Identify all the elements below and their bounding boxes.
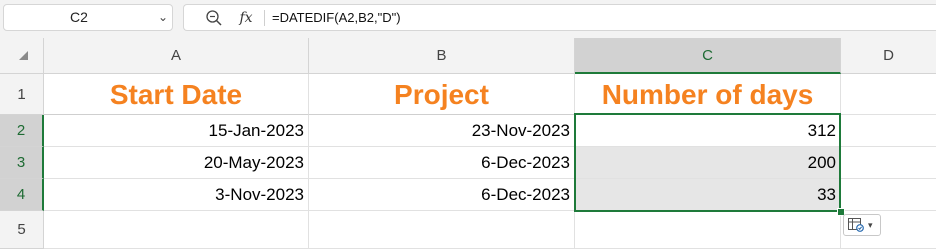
cell-b5[interactable] [309, 211, 575, 249]
formula-bar-area: C2 ⌄ fx =DATEDIF(A2,B2,"D") [0, 0, 936, 39]
cell-c2[interactable]: 312 [575, 115, 841, 147]
column-header-a[interactable]: A [44, 38, 309, 74]
cell-b2[interactable]: 23-Nov-2023 [309, 115, 575, 147]
formula-input[interactable]: =DATEDIF(A2,B2,"D") [272, 5, 401, 30]
cell-b1[interactable]: Project [309, 74, 575, 115]
name-box-value[interactable]: C2 [4, 5, 154, 30]
cell-a5[interactable] [44, 211, 309, 249]
name-box[interactable]: C2 ⌄ [3, 4, 173, 31]
cell-b4[interactable]: 6-Dec-2023 [309, 179, 575, 211]
cell-c3[interactable]: 200 [575, 147, 841, 179]
column-header-d[interactable]: D [841, 38, 936, 74]
column-header-b[interactable]: B [309, 38, 575, 74]
zoom-icon[interactable] [204, 8, 224, 28]
row-header-4[interactable]: 4 [0, 179, 44, 211]
cell-d4[interactable] [841, 179, 936, 211]
cell-d2[interactable] [841, 115, 936, 147]
fx-icon[interactable]: fx [234, 7, 258, 29]
cell-c1[interactable]: Number of days [575, 74, 841, 115]
cell-a1[interactable]: Start Date [44, 74, 309, 115]
cell-a3[interactable]: 20-May-2023 [44, 147, 309, 179]
cell-b3[interactable]: 6-Dec-2023 [309, 147, 575, 179]
chevron-down-icon[interactable]: ⌄ [155, 5, 171, 30]
row-header-2[interactable]: 2 [0, 115, 44, 147]
row-header-5[interactable]: 5 [0, 211, 44, 249]
formula-separator [264, 10, 265, 26]
row-header-3[interactable]: 3 [0, 147, 44, 179]
quick-analysis-button[interactable]: ▾ [843, 214, 881, 236]
cell-a2[interactable]: 15-Jan-2023 [44, 115, 309, 147]
cell-a4[interactable]: 3-Nov-2023 [44, 179, 309, 211]
cell-c4[interactable]: 33 [575, 179, 841, 211]
chevron-down-icon[interactable]: ▾ [868, 216, 873, 234]
cell-c5[interactable] [575, 211, 841, 249]
cell-d3[interactable] [841, 147, 936, 179]
row-header-1[interactable]: 1 [0, 74, 44, 115]
select-all-button[interactable] [0, 38, 44, 74]
column-header-c[interactable]: C [575, 38, 841, 74]
select-all-icon [19, 51, 28, 60]
cell-d1[interactable] [841, 74, 936, 115]
formula-box[interactable]: fx =DATEDIF(A2,B2,"D") [183, 4, 936, 31]
quick-analysis-icon [848, 218, 864, 232]
